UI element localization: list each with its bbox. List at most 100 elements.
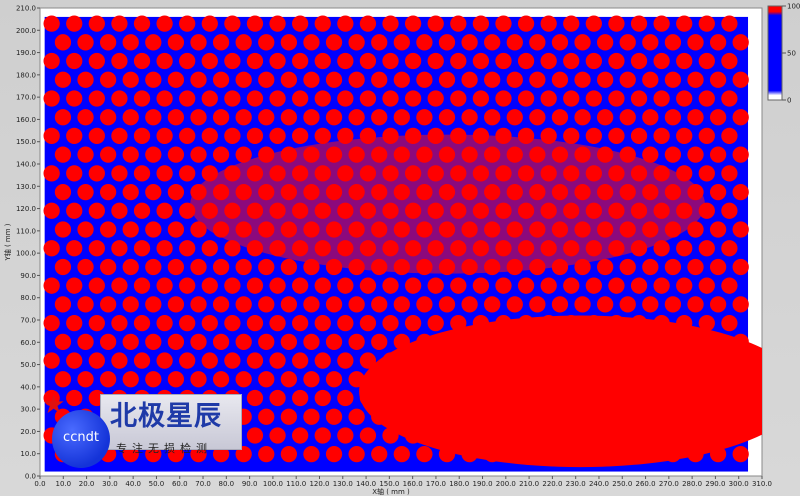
heatmap-dot xyxy=(224,165,241,182)
heatmap-dot xyxy=(630,240,648,257)
heatmap-dot xyxy=(269,52,286,70)
heatmap-dot xyxy=(732,34,749,51)
heatmap-dot xyxy=(280,183,297,201)
heatmap-dot xyxy=(258,408,275,425)
heatmap-dot xyxy=(540,90,557,107)
heatmap-dot xyxy=(676,277,693,294)
heatmap-dot xyxy=(280,258,297,276)
heatmap-dot xyxy=(77,146,94,163)
heatmap-dot xyxy=(393,221,410,238)
heatmap-dot xyxy=(585,202,602,219)
heatmap-dot xyxy=(517,90,535,107)
heatmap-dot xyxy=(122,34,139,51)
heatmap-dot xyxy=(709,333,727,350)
heatmap-dot xyxy=(54,109,72,126)
heatmap-dot xyxy=(619,408,636,425)
heatmap-dot xyxy=(359,427,377,444)
heatmap-dot xyxy=(574,408,591,425)
heatmap-dot xyxy=(404,165,422,182)
heatmap-dot xyxy=(201,240,218,257)
heatmap-dot xyxy=(495,52,512,70)
heatmap-dot xyxy=(393,146,410,163)
heatmap-dot xyxy=(303,296,320,313)
heatmap-dot xyxy=(133,127,151,145)
heatmap-dot xyxy=(43,52,60,70)
heatmap-dot xyxy=(416,296,433,313)
heatmap-dot xyxy=(43,165,60,182)
heatmap-dot xyxy=(642,371,659,388)
heatmap-dot xyxy=(99,333,117,350)
heatmap-dot xyxy=(574,333,591,350)
heatmap-dot xyxy=(484,146,501,163)
heatmap-dot xyxy=(224,314,241,332)
heatmap-dot xyxy=(450,52,467,70)
heatmap-dot xyxy=(54,34,72,51)
heatmap-dot xyxy=(235,258,252,276)
heatmap-dot xyxy=(461,333,478,350)
heatmap-dot xyxy=(664,109,682,126)
heatmap-dot xyxy=(269,240,286,257)
y-tick-label: 10.0 xyxy=(20,450,36,458)
color-scale-label: 50 xyxy=(787,50,796,58)
heatmap-dot xyxy=(66,52,83,70)
heatmap-dot xyxy=(438,146,456,163)
heatmap-dot xyxy=(212,333,230,350)
heatmap-dot xyxy=(427,240,444,257)
x-tick-label: 140.0 xyxy=(356,480,376,488)
heatmap-dot xyxy=(608,352,625,369)
heatmap-dot xyxy=(642,146,659,163)
heatmap-dot xyxy=(54,71,72,88)
heatmap-dot xyxy=(303,221,320,238)
heatmap-dot xyxy=(382,15,399,32)
y-tick-label: 120.0 xyxy=(16,205,36,213)
heatmap-dot xyxy=(190,109,207,126)
heatmap-dot xyxy=(585,277,602,294)
heatmap-dot xyxy=(597,71,614,88)
heatmap-dot xyxy=(721,389,738,407)
heatmap-dot xyxy=(461,146,478,163)
y-tick-label: 210.0 xyxy=(16,5,36,13)
heatmap-dot xyxy=(179,352,196,369)
heatmap-dot xyxy=(698,165,715,182)
heatmap-dot xyxy=(585,240,602,257)
heatmap-dot xyxy=(450,352,467,369)
heatmap-dot xyxy=(77,71,94,88)
heatmap-dot xyxy=(393,296,410,313)
heatmap-dot xyxy=(66,202,83,219)
heatmap-dot xyxy=(721,352,738,369)
heatmap-dot xyxy=(597,408,614,425)
heatmap-dot xyxy=(721,427,738,444)
heatmap-dot xyxy=(585,352,602,369)
heatmap-dot xyxy=(540,165,557,182)
heatmap-dot xyxy=(314,277,331,294)
heatmap-dot xyxy=(438,408,456,425)
y-tick-label: 70.0 xyxy=(20,317,36,325)
x-tick-label: 70.0 xyxy=(195,480,211,488)
heatmap-dot xyxy=(167,371,185,388)
heatmap-dot xyxy=(303,71,320,88)
y-tick-label: 110.0 xyxy=(16,227,36,235)
heatmap-dot xyxy=(371,371,388,388)
heatmap-dot xyxy=(732,258,749,276)
brand-watermark: 北极星辰 专注无损检测 ccndt ★ xyxy=(42,392,242,472)
heatmap-dot xyxy=(721,240,738,257)
x-tick-label: 120.0 xyxy=(309,480,329,488)
heatmap-dot xyxy=(687,221,704,238)
heatmap-dot xyxy=(292,15,309,32)
heatmap-dot xyxy=(292,90,309,107)
heatmap-dot xyxy=(506,71,523,88)
heatmap-dot xyxy=(224,52,241,70)
heatmap-dot xyxy=(653,314,670,332)
heatmap-dot xyxy=(709,371,727,388)
heatmap-dot xyxy=(450,427,467,444)
heatmap-dot xyxy=(99,371,117,388)
heatmap-dot xyxy=(133,52,151,70)
heatmap-dot xyxy=(563,240,580,257)
heatmap-dot xyxy=(709,109,727,126)
heatmap-dot xyxy=(292,389,309,407)
heatmap-dot xyxy=(258,71,275,88)
heatmap-dot xyxy=(382,90,399,107)
heatmap-dot xyxy=(167,34,185,51)
heatmap-dot xyxy=(585,15,602,32)
heatmap-dot xyxy=(540,202,557,219)
